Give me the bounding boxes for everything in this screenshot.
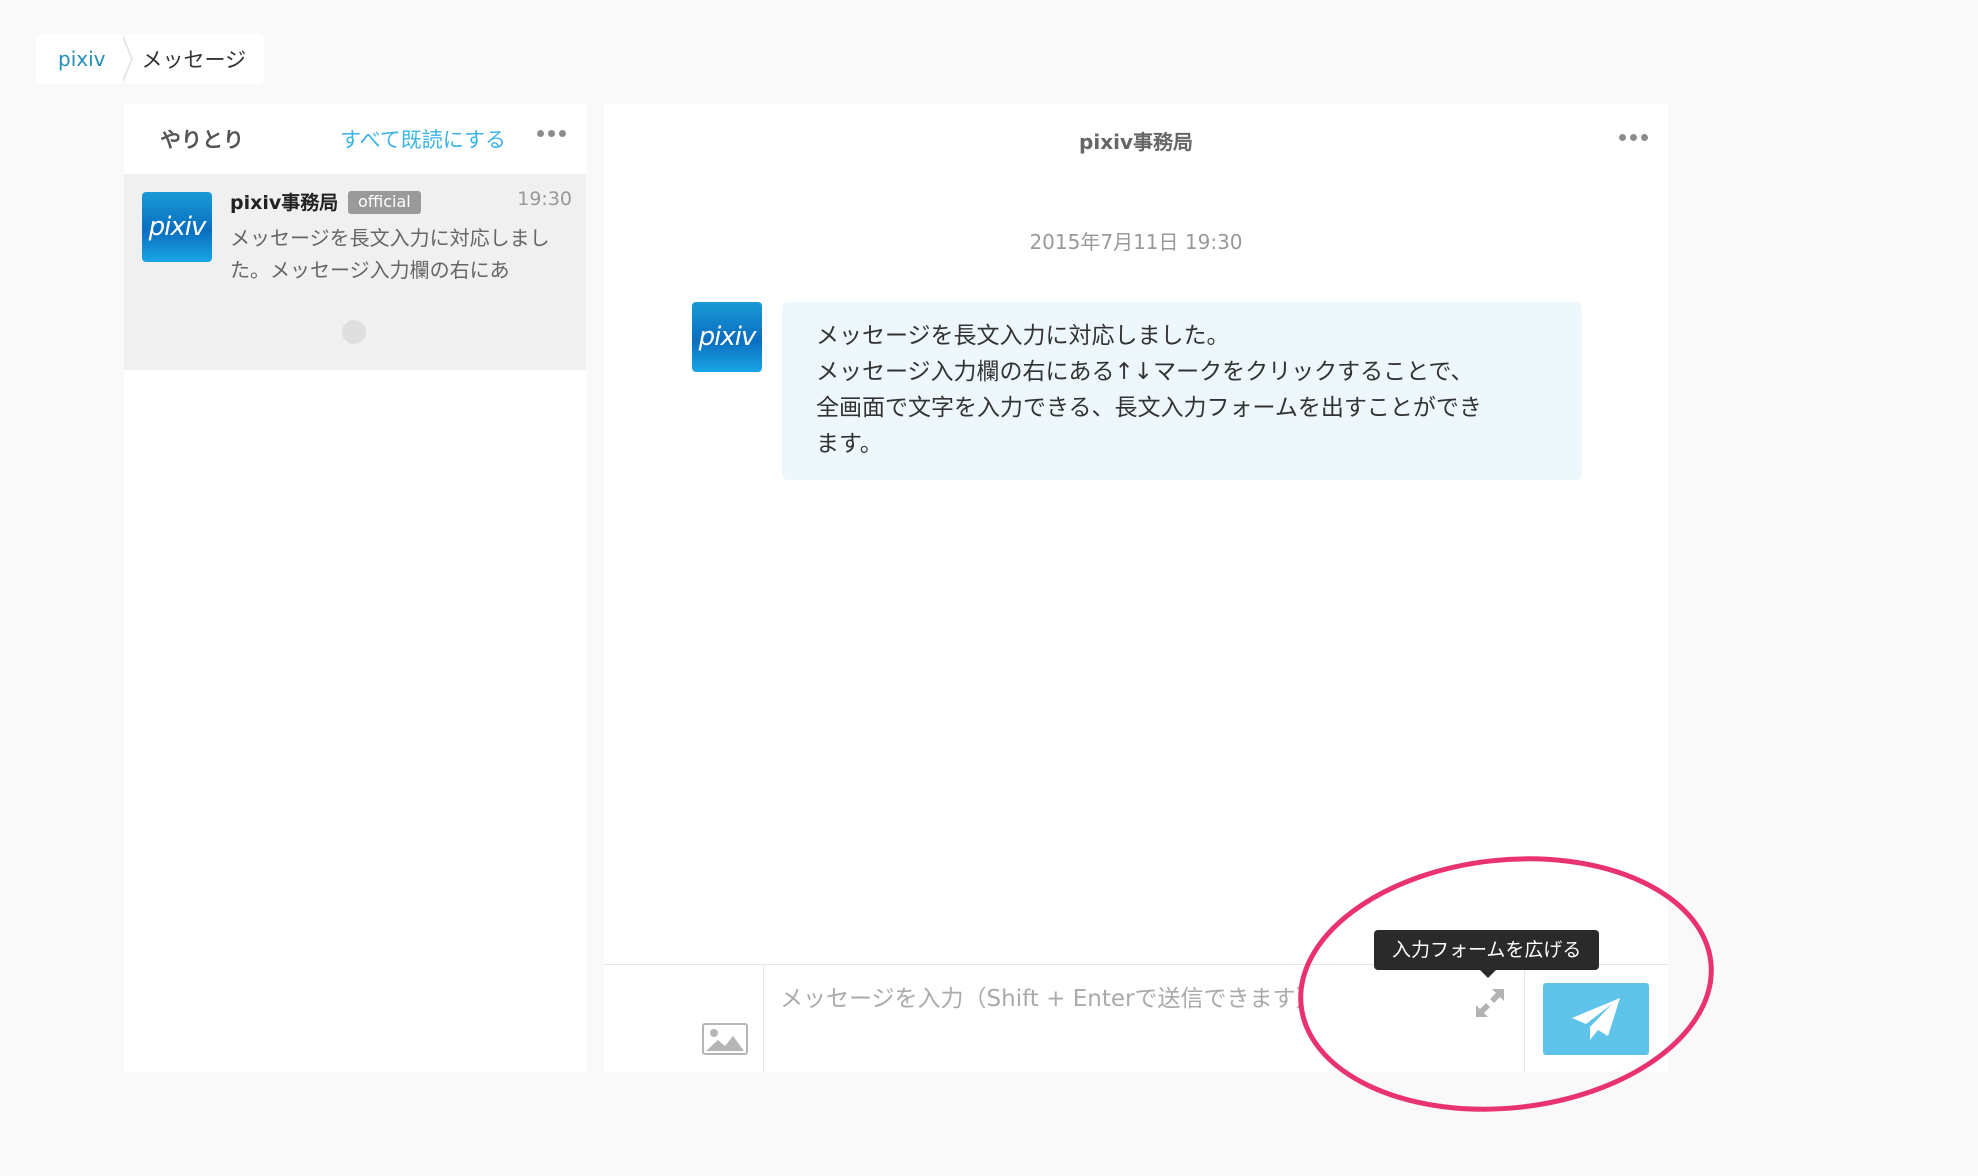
loading-indicator — [342, 320, 366, 344]
message-line: メッセージを長文入力に対応しました。 — [816, 323, 1230, 349]
conversation-list-title: やりとり — [160, 128, 244, 152]
message-input[interactable] — [780, 979, 1480, 1049]
dot — [548, 130, 555, 137]
message-composer — [604, 964, 1668, 1072]
dot — [1641, 134, 1648, 141]
dot — [1630, 134, 1637, 141]
breadcrumb: pixiv メッセージ — [36, 34, 264, 84]
breadcrumb-home-link[interactable]: pixiv — [36, 47, 123, 71]
sender-avatar[interactable]: pixiv — [692, 302, 762, 372]
conversation-preview: メッセージを長文入力に対応しました。メッセージ入力欄の右にあ — [230, 226, 550, 282]
breadcrumb-current: メッセージ — [141, 48, 247, 72]
message-bubble: メッセージを長文入力に対応しました。 メッセージ入力欄の右にある↑↓マークをクリ… — [782, 302, 1582, 480]
message-line: ます。 — [816, 431, 883, 457]
paper-plane-icon — [1572, 998, 1620, 1040]
breadcrumb-separator — [121, 34, 137, 84]
chat-title: pixiv事務局 — [1079, 130, 1193, 154]
conversation-name: pixiv事務局 — [230, 192, 339, 214]
conversation-item[interactable]: pixiv pixiv事務局 official 19:30 メッセージを長文入力… — [124, 174, 586, 370]
avatar-logo-text: pixiv — [148, 212, 207, 242]
tooltip-arrow — [1480, 970, 1496, 978]
image-icon — [702, 1023, 748, 1055]
avatar: pixiv — [142, 192, 212, 262]
attach-image-button[interactable] — [604, 965, 764, 1072]
dot — [1619, 134, 1626, 141]
chat-panel: pixiv事務局 2015年7月11日 19:30 pixiv メッセージを長文… — [604, 104, 1668, 1072]
more-dots-icon[interactable] — [537, 130, 566, 137]
dot — [537, 130, 544, 137]
expand-icon — [1476, 989, 1504, 1017]
message-line: メッセージ入力欄の右にある↑↓マークをクリックすることで、 — [816, 359, 1474, 385]
more-dots-icon[interactable] — [1619, 134, 1648, 141]
message-line: 全画面で文字を入力できる、長文入力フォームを出すことができ — [816, 395, 1482, 421]
conversation-list-header: やりとり すべて既読にする — [124, 104, 586, 174]
official-badge: official — [348, 191, 421, 214]
mark-all-read-link[interactable]: すべて既読にする — [340, 124, 506, 154]
expand-form-button[interactable] — [1470, 983, 1510, 1023]
dot — [559, 130, 566, 137]
conversation-list-panel: やりとり すべて既読にする pixiv pixiv事務局 official 19… — [124, 104, 586, 1072]
expand-tooltip: 入力フォームを広げる — [1374, 930, 1600, 970]
avatar-logo-text: pixiv — [698, 322, 757, 352]
send-button[interactable] — [1543, 983, 1649, 1055]
conversation-time: 19:30 — [517, 188, 572, 210]
send-area — [1524, 965, 1668, 1072]
message-date: 2015年7月11日 19:30 — [1029, 230, 1243, 254]
